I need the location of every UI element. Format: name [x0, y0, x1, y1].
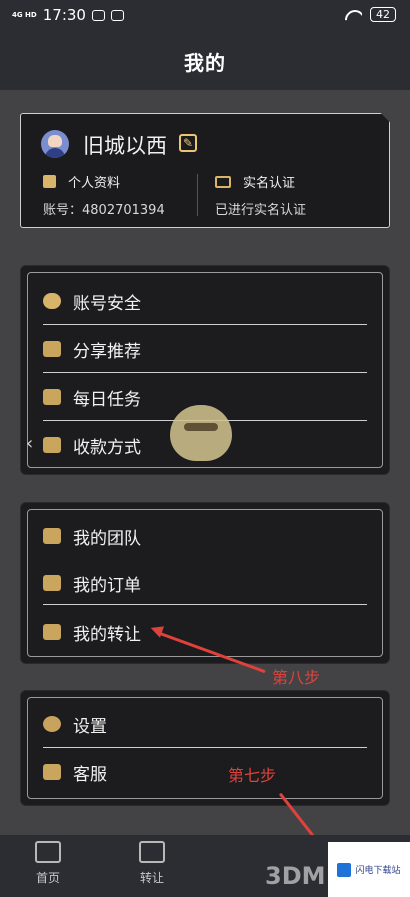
order-icon: [43, 575, 61, 591]
divider: [43, 604, 367, 605]
annotation-step8: 第八步: [272, 668, 321, 687]
battery-icon: 42: [370, 7, 396, 22]
profile-doc-icon: [43, 175, 56, 188]
menu-item-label: 我的订单: [73, 575, 141, 596]
id-card-icon: [215, 175, 231, 188]
menu-item-share[interactable]: 分享推荐: [43, 326, 367, 372]
home-video-icon: [35, 841, 61, 863]
watermark-site-name: 闪电下载站: [355, 866, 401, 876]
menu-item-label: 分享推荐: [73, 341, 141, 362]
gift-box-icon: [43, 341, 61, 357]
lightning-logo-icon: [337, 862, 352, 877]
username: 旧城以西: [83, 134, 167, 158]
menu-item-label: 客服: [73, 764, 107, 785]
annotation-step7: 第七步: [228, 766, 277, 785]
gear-icon: [43, 716, 61, 732]
tab-label: 首页: [35, 871, 60, 885]
personal-info-section[interactable]: 个人资料 账号：4802701394: [43, 172, 165, 218]
menu-item-settings[interactable]: 设置: [43, 701, 367, 747]
team-icon: [43, 528, 61, 544]
menu-group-settings: 设置 客服: [20, 690, 390, 806]
chevron-left-icon[interactable]: ‹: [26, 433, 33, 454]
tab-label: 转让: [139, 871, 164, 885]
menu-item-label: 我的团队: [73, 528, 141, 549]
qr-code-icon: [43, 437, 61, 453]
task-icon: [43, 389, 61, 405]
divider: [197, 174, 198, 216]
realname-section[interactable]: 实名认证 已进行实名认证: [215, 172, 306, 218]
top-nav-bar: 我的: [0, 32, 410, 90]
menu-group-orders: 我的团队 我的订单 我的转让: [20, 502, 390, 664]
transfer-door-icon: [139, 841, 165, 863]
menu-item-customer-service[interactable]: 客服: [43, 749, 367, 795]
account-number: 账号：4802701394: [43, 203, 165, 218]
menu-item-label: 收款方式: [73, 437, 141, 458]
wifi-icon: [344, 8, 362, 21]
menu-item-my-team[interactable]: 我的团队: [43, 513, 367, 559]
signal-indicator: 4G HD: [12, 10, 37, 19]
notification-icon: [91, 9, 105, 21]
mail-icon: [110, 9, 124, 21]
menu-item-label: 我的转让: [73, 624, 141, 645]
divider: [43, 747, 367, 748]
mascot-watermark-image: [170, 405, 232, 461]
page-title: 我的: [184, 50, 226, 75]
customer-service-icon: [43, 764, 61, 780]
status-time: 17:30: [42, 6, 86, 24]
menu-item-my-orders[interactable]: 我的订单: [43, 560, 367, 606]
divider: [43, 372, 367, 373]
tab-home[interactable]: 首页: [8, 841, 88, 886]
menu-item-label: 每日任务: [73, 389, 141, 410]
realname-label: 实名认证: [243, 176, 296, 191]
transfer-icon: [43, 624, 61, 640]
profile-card[interactable]: 旧城以西 ✎ 个人资料 账号：4802701394 实名认证 已进行实名认证: [20, 113, 390, 228]
menu-item-label: 设置: [73, 716, 107, 737]
menu-item-label: 账号安全: [73, 293, 141, 314]
shield-icon: [43, 293, 61, 309]
realname-status: 已进行实名认证: [215, 203, 307, 218]
divider: [43, 324, 367, 325]
personal-info-label: 个人资料: [68, 176, 121, 191]
avatar[interactable]: [41, 130, 69, 158]
site-watermark: 闪电下载站: [328, 842, 410, 897]
menu-item-account-security[interactable]: 账号安全: [43, 278, 367, 324]
watermark-brand: 3DM: [265, 862, 326, 890]
edit-profile-icon[interactable]: ✎: [179, 134, 197, 152]
status-bar: 4G HD 17:30 42: [0, 0, 410, 32]
tab-transfer[interactable]: 转让: [112, 841, 192, 886]
